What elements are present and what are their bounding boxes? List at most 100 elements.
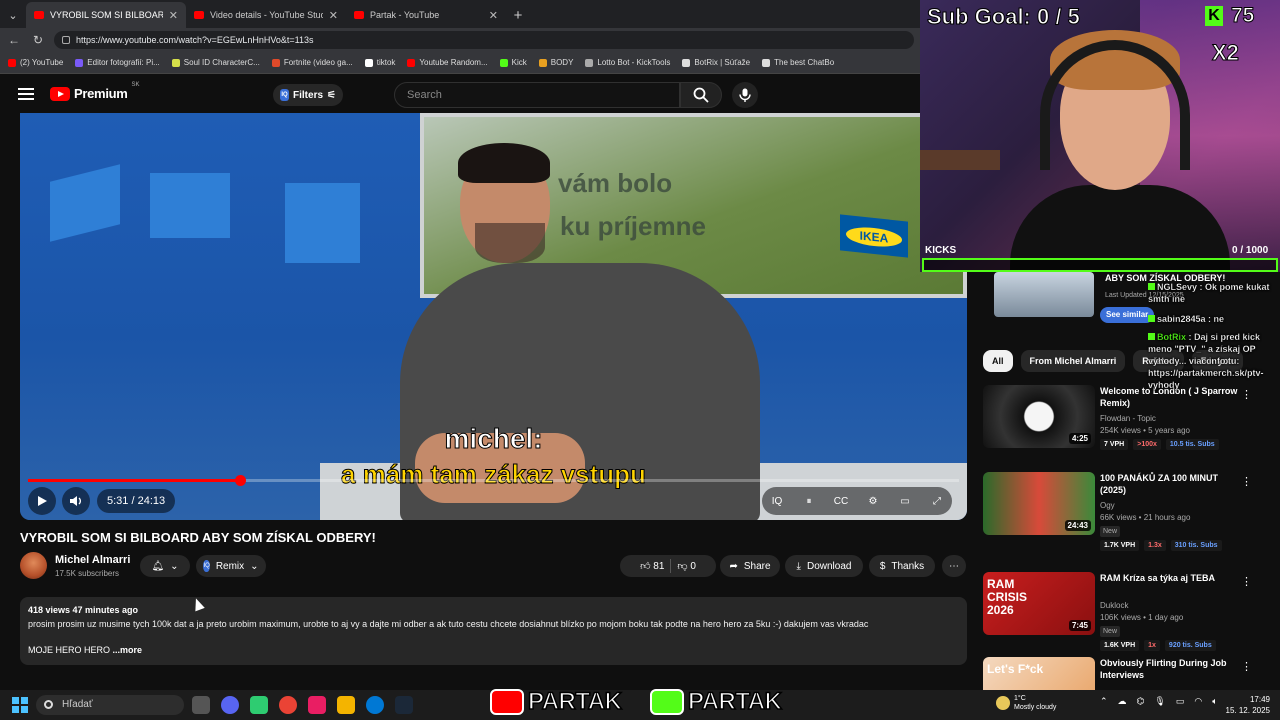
wifi-icon[interactable]: ◠ bbox=[1194, 696, 1202, 707]
task-view-icon[interactable] bbox=[192, 696, 210, 714]
video-channel[interactable]: Ogy bbox=[1100, 501, 1115, 510]
taskbar-search-input[interactable]: Hľadať bbox=[36, 695, 184, 715]
more-vertical-icon[interactable]: ⋮ bbox=[1241, 476, 1252, 488]
bookmark-item[interactable]: Lotto Bot - KickTools bbox=[585, 58, 670, 67]
more-vertical-icon[interactable]: ⋮ bbox=[1241, 576, 1252, 588]
app-icon[interactable] bbox=[250, 696, 268, 714]
weather-widget[interactable]: 1°C Mostly cloudy bbox=[996, 694, 1056, 712]
recommended-video[interactable]: 4:25 Welcome to London ( J Sparrow Remix)… bbox=[983, 385, 1263, 450]
extension-icon[interactable]: IQ bbox=[768, 494, 786, 508]
chat-username: sabin2845a bbox=[1157, 314, 1206, 324]
windows-start-icon[interactable] bbox=[12, 697, 28, 713]
bookmark-item[interactable]: (2) YouTube bbox=[8, 58, 63, 67]
channel-avatar[interactable] bbox=[20, 552, 47, 579]
banner-name: PARTAK bbox=[687, 687, 782, 716]
miniplayer-icon[interactable]: ▭ bbox=[896, 494, 914, 508]
fullscreen-icon[interactable]: ⤢ bbox=[928, 494, 946, 508]
close-tab-icon[interactable]: ✕ bbox=[169, 9, 178, 22]
back-arrow-icon[interactable]: ← bbox=[6, 32, 22, 48]
video-duration: 7:45 bbox=[1068, 620, 1091, 631]
more-vertical-icon[interactable]: ⋮ bbox=[1241, 661, 1252, 673]
windows-taskbar: Hľadať bbox=[0, 690, 1280, 720]
display-icon[interactable]: ▭ bbox=[1176, 696, 1185, 707]
url-text: https://www.youtube.com/watch?v=EGEwLnHn… bbox=[76, 35, 314, 45]
menu-icon[interactable] bbox=[18, 88, 34, 100]
mute-button[interactable] bbox=[62, 487, 90, 515]
new-tab-icon[interactable]: + bbox=[506, 2, 530, 28]
bookmark-item[interactable]: Kick bbox=[499, 58, 527, 67]
dislike-button[interactable]: 👎︎ 0 bbox=[677, 560, 696, 572]
video-stat-badge: >100x bbox=[1133, 439, 1161, 450]
reload-icon[interactable]: ↻ bbox=[30, 32, 46, 48]
more-actions-button[interactable]: ⋯ bbox=[942, 555, 966, 577]
cloud-icon[interactable]: ☁ bbox=[1118, 696, 1127, 707]
progress-bar[interactable] bbox=[28, 475, 959, 486]
bookmark-item[interactable]: Soul ID CharacterC... bbox=[171, 58, 260, 67]
video-channel[interactable]: Flowdan - Topic bbox=[1100, 414, 1156, 423]
bookmark-item[interactable]: tiktok bbox=[364, 58, 395, 67]
chevron-up-icon[interactable]: ⌃ bbox=[1100, 696, 1108, 707]
youtube-premium-logo[interactable]: Premium SK bbox=[50, 82, 140, 101]
tab-partak-channel[interactable]: Partak - YouTube ✕ bbox=[346, 2, 506, 28]
video-title[interactable]: RAM Kríza sa týka aj TEBA bbox=[1100, 572, 1240, 584]
video-thumbnail[interactable]: 24:43 bbox=[983, 472, 1095, 535]
download-button[interactable]: ⤓ Download bbox=[785, 555, 863, 577]
discord-icon[interactable] bbox=[221, 696, 239, 714]
mic-icon[interactable]: 🎙︎ bbox=[1154, 696, 1165, 707]
volume-icon bbox=[70, 496, 81, 506]
thanks-icon: $ bbox=[879, 560, 886, 572]
search-input[interactable]: Search bbox=[394, 82, 680, 108]
see-similar-button[interactable]: See similar bbox=[1100, 307, 1155, 323]
multiplier-badge: X2 bbox=[1212, 40, 1240, 66]
filter-chip[interactable]: All bbox=[983, 350, 1013, 372]
subtitles-icon[interactable]: CC bbox=[832, 494, 850, 508]
recommended-video[interactable]: RAM CRISIS 2026 7:45 RAM Kríza sa týka aj … bbox=[983, 572, 1263, 651]
chrome-icon[interactable] bbox=[279, 696, 297, 714]
search-button[interactable] bbox=[680, 82, 722, 108]
site-info-icon[interactable] bbox=[62, 36, 70, 44]
like-button[interactable]: 👍︎ 81 bbox=[640, 560, 664, 572]
filter-chip[interactable]: From Michel Almarri bbox=[1020, 350, 1126, 372]
bookmark-label: BotRix | Súťaže bbox=[694, 58, 751, 67]
close-tab-icon[interactable]: ✕ bbox=[489, 9, 498, 22]
bookmark-item[interactable]: BODY bbox=[538, 58, 573, 67]
system-clock[interactable]: 17:49 15. 12. 2025 bbox=[1222, 694, 1270, 716]
bookmark-item[interactable]: Fortnite (video ga... bbox=[271, 58, 353, 67]
url-field[interactable]: https://www.youtube.com/watch?v=EGEwLnHn… bbox=[54, 31, 914, 49]
speaker-icon[interactable]: 🔈︎ bbox=[1212, 696, 1217, 707]
top-card-thumbnail[interactable] bbox=[994, 272, 1094, 317]
filters-button[interactable]: IQ Filters ⚟ bbox=[273, 84, 343, 106]
recommended-video[interactable]: 24:43 100 PANÁKŮ ZA 100 MINUT (2025) Ogy 66… bbox=[983, 472, 1263, 551]
edge-icon[interactable] bbox=[366, 696, 384, 714]
description-box[interactable]: 418 views 47 minutes ago prosim prosim u… bbox=[20, 597, 967, 665]
channel-name[interactable]: Michel Almarri bbox=[55, 554, 130, 566]
bookmark-item[interactable]: The best ChatBo bbox=[762, 58, 834, 67]
subscription-bell-button[interactable]: 🔔︎ ⌄ bbox=[140, 555, 190, 577]
tiktok-icon[interactable] bbox=[308, 696, 326, 714]
video-stat-badge: 10.5 tis. Subs bbox=[1165, 439, 1219, 450]
voice-search-button[interactable] bbox=[732, 82, 758, 108]
video-thumbnail[interactable]: 4:25 bbox=[983, 385, 1095, 448]
video-player[interactable]: vám bolo ku príjemne michel: a mám tam z… bbox=[20, 113, 967, 520]
file-explorer-icon[interactable] bbox=[337, 696, 355, 714]
tab-youtube-video[interactable]: VYROBIL SOM SI BILBOARD ABY S ✕ bbox=[26, 2, 186, 28]
share-button[interactable]: ➦ Share bbox=[720, 555, 780, 577]
autoplay-toggle-icon[interactable]: ⏸ bbox=[800, 494, 818, 508]
video-channel[interactable]: Duklock bbox=[1100, 601, 1128, 610]
steam-icon[interactable] bbox=[395, 696, 413, 714]
video-thumbnail[interactable]: RAM CRISIS 2026 7:45 bbox=[983, 572, 1095, 635]
close-tab-icon[interactable]: ✕ bbox=[329, 9, 338, 22]
bookmark-item[interactable]: Editor fotografií: Pi... bbox=[75, 58, 160, 67]
video-title[interactable]: Obviously Flirting During Job Interviews bbox=[1100, 657, 1240, 681]
thanks-button[interactable]: $ Thanks bbox=[869, 555, 935, 577]
bookmark-item[interactable]: BotRix | Súťaže bbox=[682, 58, 750, 67]
remix-button[interactable]: IQ Remix ⌄ bbox=[196, 555, 266, 577]
play-button[interactable] bbox=[28, 487, 56, 515]
bookmark-item[interactable]: Youtube Random... bbox=[407, 58, 488, 67]
tab-search-icon[interactable]: ⌄ bbox=[0, 2, 26, 28]
settings-gear-icon[interactable]: ⚙ bbox=[864, 494, 882, 508]
tab-youtube-studio[interactable]: Video details - YouTube Studio ✕ bbox=[186, 2, 346, 28]
show-more-link[interactable]: ...more bbox=[113, 645, 143, 655]
video-title[interactable]: 100 PANÁKŮ ZA 100 MINUT (2025) bbox=[1100, 472, 1240, 496]
network-icon[interactable]: ⌬ bbox=[1137, 696, 1145, 707]
